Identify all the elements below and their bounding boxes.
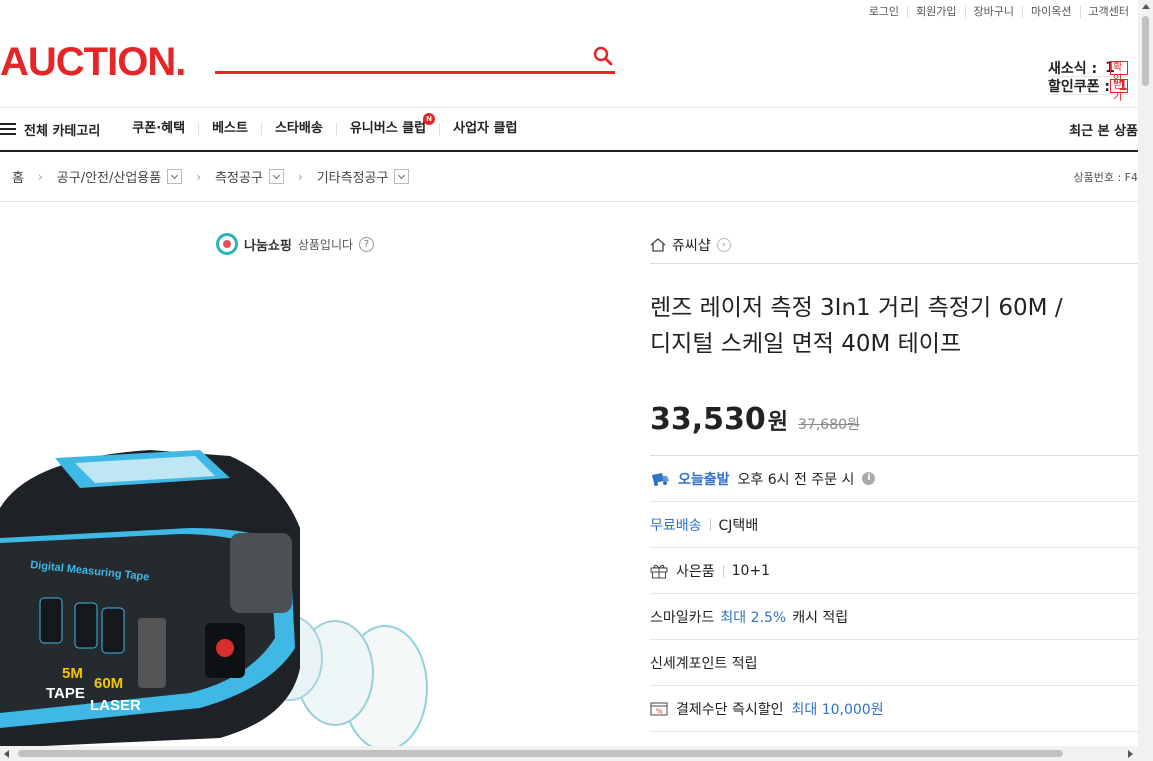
info-icon[interactable]: i <box>862 472 876 485</box>
vertical-scrollbar[interactable] <box>1138 0 1153 746</box>
utility-links: 로그인 회원가입 장바구니 마이옥션 고객센터 <box>861 6 1137 18</box>
divider <box>722 564 724 577</box>
divider <box>709 518 711 531</box>
gift-row: 사은품 10+1 <box>650 548 1138 594</box>
breadcrumb-home[interactable]: 홈 <box>12 167 24 186</box>
main-nav: 전체 카테고리 쿠폰·혜택 베스트 스타배송 유니버스 클럽 N 사업자 클럽 최… <box>0 107 1138 152</box>
shipping-row: 무료배송 CJ택배 <box>650 502 1138 548</box>
device-button <box>74 602 98 649</box>
payment-discount-row: % 결제수단 즉시할인 최대 10,000원 <box>650 686 1138 732</box>
discount-card-icon: % <box>650 702 668 715</box>
smilecard-row: 스마일카드 최대 2.5% 캐시 적립 <box>650 594 1138 640</box>
benefit-rows: 오늘출발 오후 6시 전 주문 시 i 무료배송 CJ택배 사은품 10+1 스… <box>650 455 1138 732</box>
tape-label: TAPE <box>46 685 85 702</box>
login-link[interactable]: 로그인 <box>861 6 907 18</box>
price-area: 33,530 원 37,680원 <box>650 402 1138 437</box>
nanum-logo-icon <box>216 233 238 255</box>
svg-text:%: % <box>656 707 663 715</box>
nav-coupon-benefit[interactable]: 쿠폰·혜택 <box>132 122 198 135</box>
coupon-label: 할인쿠폰 : <box>1048 78 1110 95</box>
nav-star-delivery[interactable]: 스타배송 <box>260 122 336 135</box>
scroll-right-arrow-icon[interactable] <box>1128 750 1133 758</box>
ssg-point-row: 신세계포인트 적립 <box>650 640 1138 686</box>
nanum-brand: 나눔쇼핑 <box>244 238 292 254</box>
horizontal-scroll-thumb[interactable] <box>18 750 1063 757</box>
universe-club-label: 유니버스 클럽 <box>349 121 427 136</box>
truck-icon <box>652 472 669 486</box>
device-knob <box>230 533 292 613</box>
breadcrumb-level-1[interactable]: 공구/안전/산업용품 <box>57 167 161 186</box>
menu-icon <box>0 123 16 135</box>
search-icon[interactable] <box>593 46 613 66</box>
breadcrumb-level-3[interactable]: 기타측정공구 <box>317 167 389 186</box>
help-icon[interactable]: ? <box>359 236 375 252</box>
chevron-down-icon[interactable] <box>268 169 284 184</box>
product-image[interactable]: Digital Measuring Tape 5M TAPE 60M LASER <box>0 438 440 748</box>
today-shipping-row: 오늘출발 오후 6시 전 주문 시 i <box>650 456 1138 502</box>
currency: 원 <box>767 410 789 435</box>
new-news-label: 새소식 : <box>1048 60 1098 77</box>
signup-link[interactable]: 회원가입 <box>907 6 964 18</box>
product-info: 쥬씨샵 › 렌즈 레이저 측정 3In1 거리 측정기 60M / 디지털 스케… <box>650 226 1138 732</box>
today-shipping-label: 오늘출발 <box>678 471 730 488</box>
laser-length: 60M <box>94 675 123 692</box>
new-news-check-button[interactable]: 확인 <box>1110 60 1128 85</box>
gift-label: 사은품 <box>676 563 715 580</box>
horizontal-scrollbar[interactable] <box>0 746 1153 761</box>
payment-discount-label: 결제수단 즉시할인 <box>676 701 784 718</box>
new-badge: N <box>423 113 436 125</box>
device-button <box>39 597 63 644</box>
all-category-label: 전체 카테고리 <box>24 123 101 139</box>
meas-button <box>138 618 166 688</box>
breadcrumb-level-2[interactable]: 측정공구 <box>215 167 263 186</box>
side-info: 새소식 : 1 확인 할인쿠폰 : 1 받기 <box>1048 59 1128 103</box>
payment-discount-value: 최대 10,000원 <box>791 701 884 718</box>
product-title-line1: 렌즈 레이저 측정 3In1 거리 측정기 60M / <box>650 295 1063 321</box>
vertical-scroll-thumb[interactable] <box>1142 16 1149 86</box>
device-button <box>101 607 125 654</box>
seller-link[interactable]: 쥬씨샵 › <box>650 226 1138 264</box>
breadcrumb-separator: › <box>196 169 202 184</box>
tape-length: 5M <box>62 665 83 682</box>
nav-business-club[interactable]: 사업자 클럽 <box>439 122 530 135</box>
today-shipping-desc: 오후 6시 전 주문 시 <box>737 471 855 488</box>
home-icon <box>650 237 666 252</box>
auction-logo[interactable]: AUCTION. <box>0 40 186 85</box>
gift-value: 10+1 <box>731 562 771 579</box>
smilecard-desc: 캐시 적립 <box>792 609 849 626</box>
product-title: 렌즈 레이저 측정 3In1 거리 측정기 60M / 디지털 스케일 면적 4… <box>650 290 1138 362</box>
my-auction-link[interactable]: 마이옥션 <box>1022 6 1079 18</box>
gift-icon <box>650 564 668 578</box>
customer-center-link[interactable]: 고객센터 <box>1079 6 1137 18</box>
nav-universe-club[interactable]: 유니버스 클럽 N <box>335 113 439 136</box>
laser-dot <box>216 639 234 657</box>
nanum-text: 상품입니다 <box>297 237 354 252</box>
laser-label: LASER <box>90 697 141 714</box>
recent-viewed-button[interactable]: 최근 본 상품 <box>1069 120 1138 139</box>
courier-name: CJ택배 <box>718 517 759 534</box>
seller-name: 쥬씨샵 <box>672 237 711 254</box>
search-input[interactable] <box>215 40 615 74</box>
chevron-down-icon[interactable] <box>394 169 410 184</box>
scroll-up-arrow-icon[interactable] <box>1142 4 1150 9</box>
free-shipping-label: 무료배송 <box>650 517 702 534</box>
original-price: 37,680원 <box>798 417 860 433</box>
breadcrumb: 홈 › 공구/안전/산업용품 › 측정공구 › 기타측정공구 상품번호 : F4 <box>0 152 1138 202</box>
product-title-line2: 디지털 스케일 면적 40M 테이프 <box>650 331 962 357</box>
coupon-receive-button[interactable]: 받기 <box>1110 78 1128 103</box>
nanum-shopping-notice: 나눔쇼핑 상품입니다 ? <box>216 233 375 255</box>
all-category-button[interactable]: 전체 카테고리 <box>0 120 132 139</box>
breadcrumb-separator: › <box>37 169 43 184</box>
nav-best[interactable]: 베스트 <box>198 122 261 135</box>
ssg-point-label: 신세계포인트 적립 <box>650 655 758 672</box>
sale-price: 33,530 <box>650 402 766 437</box>
breadcrumb-separator: › <box>297 169 303 184</box>
chevron-right-icon: › <box>716 237 731 252</box>
smilecard-rate: 최대 2.5% <box>720 609 787 626</box>
chevron-down-icon[interactable] <box>167 169 183 184</box>
scroll-left-arrow-icon[interactable] <box>4 750 9 758</box>
cart-link[interactable]: 장바구니 <box>964 6 1022 18</box>
product-number: 상품번호 : F4 <box>1073 170 1138 184</box>
smilecard-label: 스마일카드 <box>650 609 715 626</box>
